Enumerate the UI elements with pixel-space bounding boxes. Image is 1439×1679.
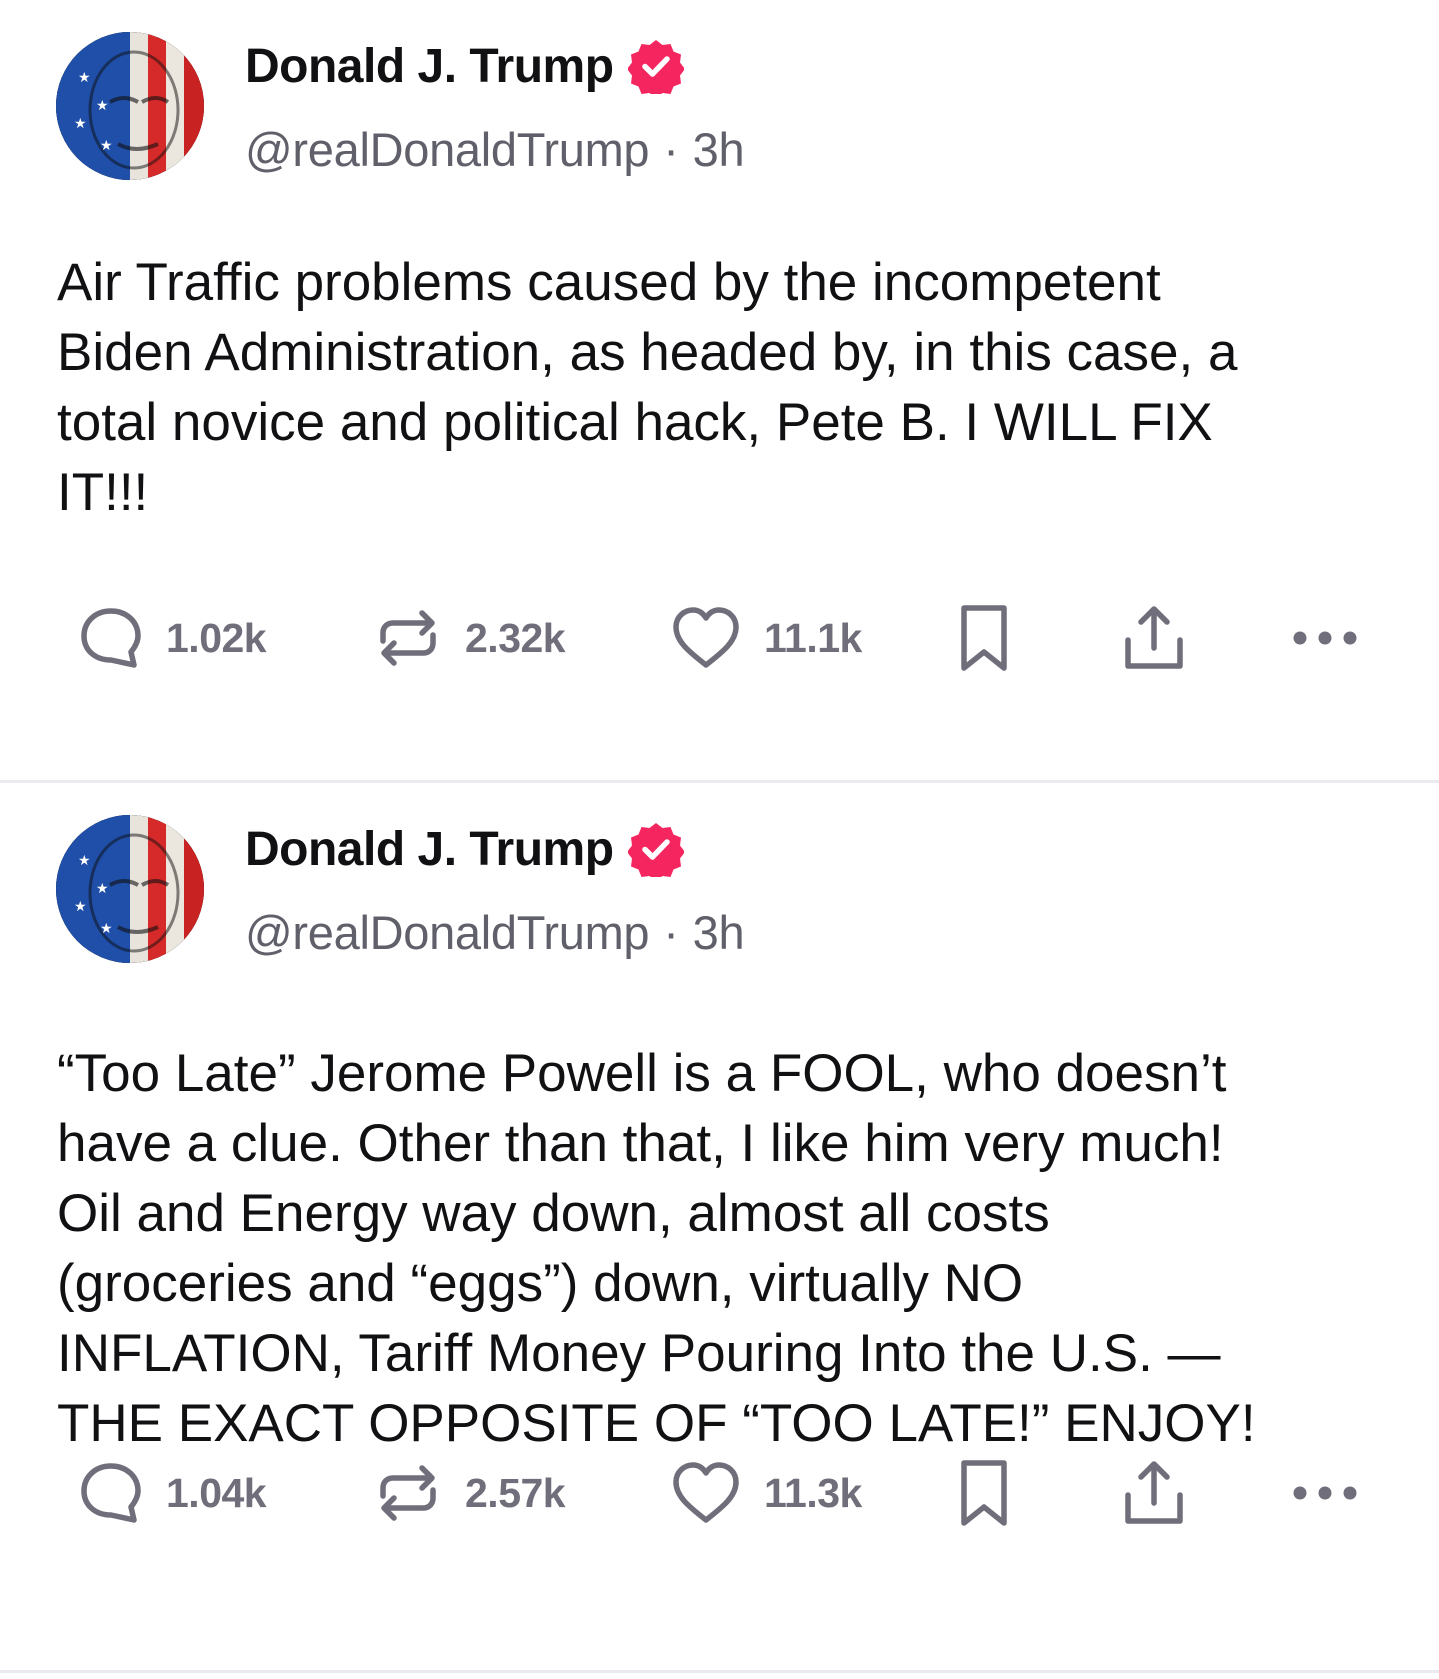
avatar[interactable]: ★ ★ ★ ★ <box>56 32 204 180</box>
svg-text:★: ★ <box>96 880 109 896</box>
svg-text:★: ★ <box>78 852 91 868</box>
author-handle-row: @realDonaldTrump · 3h <box>245 122 745 177</box>
more-options-button[interactable] <box>1290 1458 1360 1528</box>
avatar-image: ★ ★ ★ ★ <box>56 32 204 180</box>
share-upload-icon <box>1125 1461 1183 1524</box>
svg-text:★: ★ <box>100 920 113 936</box>
post[interactable]: ★ ★ ★ ★ Donald J. Trump @realDonaldTrump… <box>0 783 1439 1673</box>
post-actions: 1.04k 2.57k 11.3k <box>78 1458 1368 1528</box>
more-options-button[interactable] <box>1290 603 1360 673</box>
author-name[interactable]: Donald J. Trump <box>245 39 614 94</box>
heart-icon <box>673 1462 739 1523</box>
bookmark-button[interactable] <box>956 1458 1012 1528</box>
bookmark-icon <box>961 605 1007 671</box>
verified-badge-icon <box>627 823 684 877</box>
post[interactable]: ★ ★ ★ ★ Donald J. Trump @realDonaldTrump… <box>0 0 1439 783</box>
svg-text:★: ★ <box>74 898 87 914</box>
bookmark-button[interactable] <box>956 603 1012 673</box>
separator-dot: · <box>663 123 679 176</box>
repost-count: 2.57k <box>465 1469 566 1516</box>
repost-arrows-icon <box>380 610 436 666</box>
author-name[interactable]: Donald J. Trump <box>245 822 614 877</box>
share-button[interactable] <box>1122 603 1186 673</box>
repost-button[interactable]: 2.57k <box>373 1458 566 1528</box>
reply-count: 1.04k <box>166 1469 267 1516</box>
svg-text:★: ★ <box>100 137 113 153</box>
post-actions: 1.02k 2.32k 11.1k <box>78 603 1368 673</box>
author-handle-row: @realDonaldTrump · 3h <box>245 905 745 960</box>
post-feed: ★ ★ ★ ★ Donald J. Trump @realDonaldTrump… <box>0 0 1439 1673</box>
post-body: Air Traffic problems caused by the incom… <box>57 253 1238 522</box>
svg-text:★: ★ <box>96 97 109 113</box>
ellipsis-icon <box>1293 1486 1357 1500</box>
author-handle[interactable]: @realDonaldTrump <box>245 905 650 960</box>
reply-count: 1.02k <box>166 614 267 661</box>
post-body: “Too Late” Jerome Powell is a FOOL, who … <box>57 1044 1256 1453</box>
reply-button[interactable]: 1.02k <box>78 603 267 673</box>
like-button[interactable]: 11.3k <box>670 1458 862 1528</box>
like-button[interactable]: 11.1k <box>670 603 862 673</box>
repost-count: 2.32k <box>465 614 566 661</box>
like-count: 11.1k <box>764 614 862 661</box>
verified-badge-icon <box>627 40 684 94</box>
ellipsis-icon <box>1293 631 1357 645</box>
svg-text:★: ★ <box>78 69 91 85</box>
post-timestamp[interactable]: 3h <box>693 122 745 177</box>
bookmark-icon <box>961 1460 1007 1526</box>
speech-bubble-icon <box>81 1463 141 1523</box>
speech-bubble-icon <box>81 608 141 668</box>
share-upload-icon <box>1125 606 1183 669</box>
avatar[interactable]: ★ ★ ★ ★ <box>56 815 204 963</box>
author-handle[interactable]: @realDonaldTrump <box>245 122 650 177</box>
share-button[interactable] <box>1122 1458 1186 1528</box>
post-timestamp[interactable]: 3h <box>693 905 745 960</box>
repost-button[interactable]: 2.32k <box>373 603 566 673</box>
like-count: 11.3k <box>764 1469 862 1516</box>
author-name-row[interactable]: Donald J. Trump <box>245 821 684 877</box>
separator-dot: · <box>663 906 679 959</box>
repost-arrows-icon <box>380 1465 436 1521</box>
reply-button[interactable]: 1.04k <box>78 1458 267 1528</box>
svg-text:★: ★ <box>74 115 87 131</box>
author-name-row[interactable]: Donald J. Trump <box>245 38 684 94</box>
avatar-image: ★ ★ ★ ★ <box>56 815 204 963</box>
heart-icon <box>673 607 739 668</box>
